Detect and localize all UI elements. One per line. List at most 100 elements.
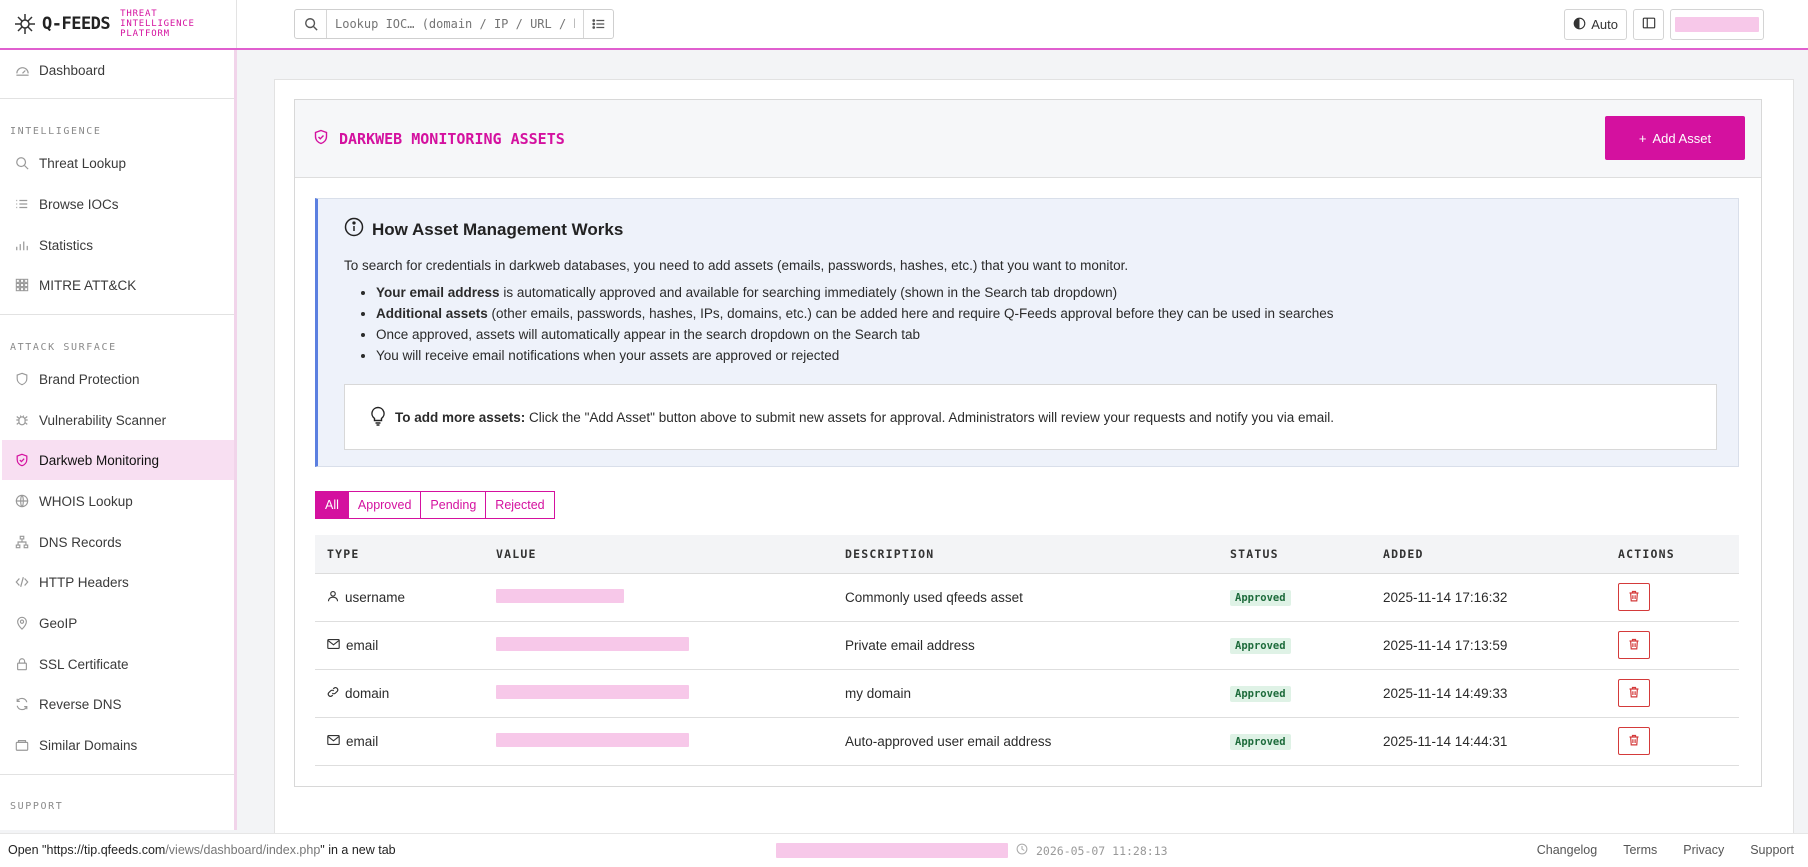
link-suffix: " in a new tab	[320, 843, 396, 857]
sidebar-item-vulnerability-scanner[interactable]: Vulnerability Scanner	[2, 400, 234, 440]
sidebar-item-label: GeoIP	[39, 615, 78, 631]
top-bar: Q-FEEDS THREAT INTELLIGENCE PLATFORM Aut…	[0, 0, 1808, 50]
sidebar-item-label: Statistics	[39, 237, 94, 253]
info-heading: How Asset Management Works	[344, 217, 623, 242]
added-cell: 2025-11-14 17:16:32	[1371, 573, 1606, 622]
divider	[0, 314, 234, 315]
delete-button[interactable]	[1618, 727, 1650, 755]
sidebar-item-browse-iocs[interactable]: Browse IOCs	[2, 184, 234, 224]
bullet-text: You will receive email notifications whe…	[376, 348, 840, 363]
user-menu-button[interactable]	[1670, 9, 1764, 40]
type-label: username	[345, 589, 406, 605]
brand-name: Q-FEEDS	[42, 14, 111, 34]
sidebar-item-reverse-dns[interactable]: Reverse DNS	[2, 684, 234, 724]
tip-box: To add more assets: Click the "Add Asset…	[344, 384, 1717, 450]
filter-rejected[interactable]: Rejected	[485, 491, 555, 519]
section-intelligence: INTELLIGENCE	[10, 126, 102, 137]
type-cell: domain	[327, 686, 484, 701]
sidebar-toggle-button[interactable]	[1633, 9, 1664, 40]
footer-links: Changelog Terms Privacy Support	[1537, 843, 1794, 857]
footer-link-support[interactable]: Support	[1750, 843, 1794, 857]
sidebar: Dashboard INTELLIGENCE Threat Lookup Bro…	[0, 50, 237, 830]
redacted-username	[1675, 17, 1759, 32]
footer-link-terms[interactable]: Terms	[1623, 843, 1657, 857]
theme-label: Auto	[1591, 17, 1618, 32]
footer-status: 2026-05-07 11:28:13	[776, 843, 1168, 858]
footer-link-changelog[interactable]: Changelog	[1537, 843, 1597, 857]
sidebar-item-label: Threat Lookup	[39, 155, 127, 171]
clock-icon	[1016, 843, 1028, 858]
top-actions: Auto	[1564, 9, 1764, 40]
ioc-search-input[interactable]	[327, 10, 583, 38]
table-row: email Private email address Approved 202…	[315, 621, 1739, 670]
sidebar-item-dashboard[interactable]: Dashboard	[2, 50, 234, 90]
sidebar-item-mitre[interactable]: MITRE ATT&CK	[2, 265, 234, 305]
add-asset-button[interactable]: + Add Asset	[1605, 116, 1745, 160]
sidebar-item-similar-domains[interactable]: Similar Domains	[2, 725, 234, 765]
sidebar-item-brand-protection[interactable]: Brand Protection	[2, 359, 234, 399]
code-icon	[14, 574, 30, 590]
map-pin-icon	[14, 615, 30, 631]
gauge-icon	[14, 62, 30, 78]
footer-link-privacy[interactable]: Privacy	[1683, 843, 1724, 857]
delete-button[interactable]	[1618, 679, 1650, 707]
redacted-value	[496, 588, 624, 603]
plus-icon: +	[1638, 130, 1647, 146]
sidebar-item-dns-records[interactable]: DNS Records	[2, 522, 234, 562]
sidebar-item-threat-lookup[interactable]: Threat Lookup	[2, 143, 234, 183]
logo-icon	[12, 11, 38, 37]
lock-icon	[14, 656, 30, 672]
col-value[interactable]: VALUE	[484, 535, 833, 574]
bullet-bold: Additional assets	[376, 306, 488, 321]
tip-bold: To add more assets:	[395, 409, 526, 425]
status-filter-group: All Approved Pending Rejected	[315, 491, 555, 519]
type-cell: email	[327, 734, 484, 749]
col-status[interactable]: STATUS	[1218, 535, 1371, 574]
col-type[interactable]: TYPE	[315, 535, 484, 574]
trash-icon	[1628, 734, 1640, 749]
sidebar-item-whois[interactable]: WHOIS Lookup	[2, 481, 234, 521]
sidebar-item-http-headers[interactable]: HTTP Headers	[2, 562, 234, 602]
col-actions: ACTIONS	[1606, 535, 1739, 574]
description-cell: Commonly used qfeeds asset	[833, 573, 1218, 622]
added-cell: 2025-11-14 14:44:31	[1371, 717, 1606, 766]
info-bullet: You will receive email notifications whe…	[376, 345, 1334, 366]
sidebar-item-darkweb-monitoring[interactable]: Darkweb Monitoring	[2, 440, 234, 480]
type-label: email	[346, 733, 379, 749]
info-bullets: Your email address is automatically appr…	[376, 282, 1334, 366]
tip-body: Click the "Add Asset" button above to su…	[525, 409, 1335, 425]
sidebar-item-ssl-certificate[interactable]: SSL Certificate	[2, 644, 234, 684]
trash-icon	[1628, 638, 1640, 653]
filter-all[interactable]: All	[315, 491, 349, 519]
refresh-icon	[14, 696, 30, 712]
sidebar-item-label: WHOIS Lookup	[39, 493, 133, 509]
filter-approved[interactable]: Approved	[347, 491, 422, 519]
col-added[interactable]: ADDED	[1371, 535, 1606, 574]
sidebar-item-label: DNS Records	[39, 534, 122, 550]
list-icon[interactable]	[583, 10, 613, 38]
sidebar-item-statistics[interactable]: Statistics	[2, 225, 234, 265]
card-header: DARKWEB MONITORING ASSETS + Add Asset	[295, 100, 1761, 178]
section-support: SUPPORT	[10, 801, 64, 812]
filter-pending[interactable]: Pending	[420, 491, 487, 519]
sidebar-item-geoip[interactable]: GeoIP	[2, 603, 234, 643]
sidebar-item-label: Brand Protection	[39, 371, 140, 387]
col-description[interactable]: DESCRIPTION	[833, 535, 1218, 574]
tagline-line: INTELLIGENCE	[120, 19, 195, 29]
theme-toggle-button[interactable]: Auto	[1564, 9, 1627, 40]
description-cell: Private email address	[833, 621, 1218, 670]
redacted-value	[496, 684, 689, 699]
status-badge: Approved	[1230, 733, 1291, 750]
description-cell: Auto-approved user email address	[833, 717, 1218, 766]
sidebar-item-label: Browse IOCs	[39, 196, 119, 212]
search-icon[interactable]	[295, 10, 327, 38]
delete-button[interactable]	[1618, 631, 1650, 659]
shield-check-icon	[313, 129, 329, 148]
grid-icon	[14, 277, 30, 293]
info-intro: To search for credentials in darkweb dat…	[344, 258, 1129, 273]
ioc-search-box	[294, 9, 614, 39]
link-icon	[327, 686, 339, 701]
delete-button[interactable]	[1618, 583, 1650, 611]
tagline-line: PLATFORM	[120, 29, 170, 39]
brand-logo[interactable]: Q-FEEDS THREAT INTELLIGENCE PLATFORM	[0, 0, 237, 48]
